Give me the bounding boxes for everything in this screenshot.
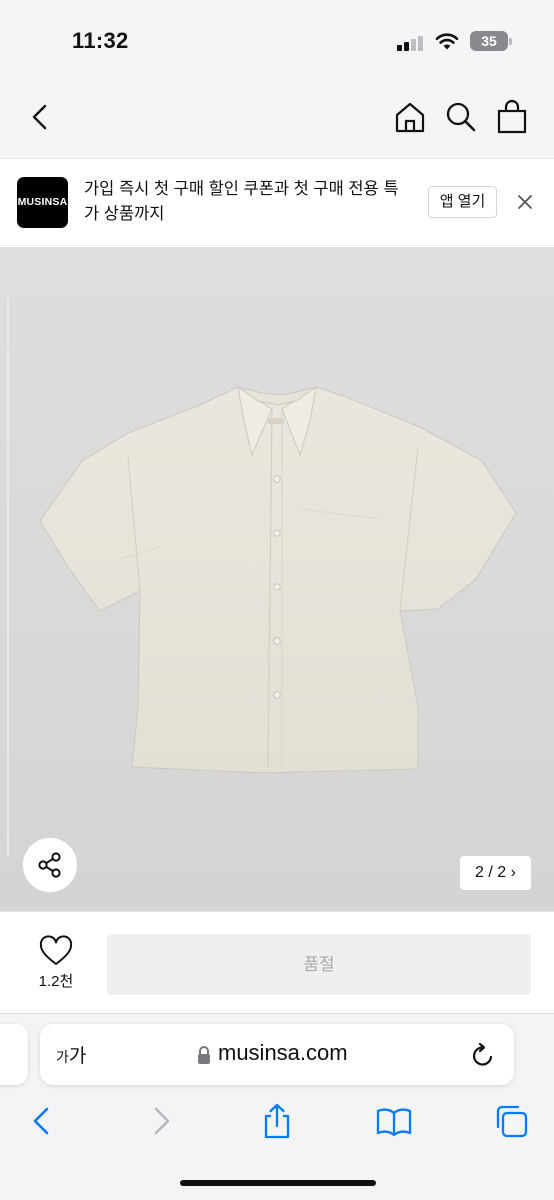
home-indicator (180, 1180, 376, 1186)
text-size-large: 가 (68, 1046, 87, 1067)
home-icon[interactable] (393, 100, 427, 134)
wifi-icon (435, 33, 459, 50)
chevron-right-icon: › (510, 864, 516, 881)
cellular-signal-icon (397, 35, 425, 51)
musinsa-logo: MUSINSA (17, 177, 68, 228)
gallery-page-indicator[interactable]: 2 / 2 › (460, 856, 531, 890)
banner-message: 가입 즉시 첫 구매 할인 쿠폰과 첫 구매 전용 특 가 상품까지 (84, 177, 414, 227)
browser-forward-icon[interactable] (143, 1102, 179, 1140)
shopping-bag-icon[interactable] (495, 100, 529, 134)
close-icon[interactable] (515, 192, 535, 212)
like-count: 1.2천 (38, 973, 74, 990)
open-app-button[interactable]: 앱 열기 (428, 186, 497, 218)
bookmarks-icon[interactable] (376, 1102, 412, 1140)
tabs-icon[interactable] (494, 1102, 530, 1140)
browser-back-icon[interactable] (24, 1102, 60, 1140)
product-image-gallery[interactable] (0, 247, 554, 911)
gallery-page-text: 2 / 2 (475, 864, 507, 881)
search-icon[interactable] (444, 100, 478, 134)
banner-message-line2: 가 상품까지 (84, 205, 165, 223)
status-time: 11:32 (72, 28, 129, 53)
previous-tab-card[interactable] (0, 1024, 28, 1085)
battery-icon: 35 (470, 31, 508, 51)
share-button[interactable] (23, 838, 77, 892)
text-size-button[interactable]: 가가 (56, 1041, 86, 1068)
heart-icon[interactable] (28, 934, 84, 968)
banner-message-line1: 가입 즉시 첫 구매 할인 쿠폰과 첫 구매 전용 특 (84, 180, 399, 198)
reload-icon[interactable] (470, 1041, 496, 1069)
share-sheet-icon[interactable] (259, 1102, 295, 1140)
lock-icon (198, 1046, 210, 1064)
sold-out-button[interactable]: 품절 (107, 934, 531, 995)
text-size-small: 가 (56, 1049, 69, 1065)
back-chevron-icon[interactable] (24, 100, 58, 134)
battery-nub (509, 38, 512, 45)
product-image-shirt (39, 385, 517, 774)
status-bar: 11:32 35 (0, 0, 554, 80)
url-text[interactable]: musinsa.com (218, 1040, 348, 1066)
